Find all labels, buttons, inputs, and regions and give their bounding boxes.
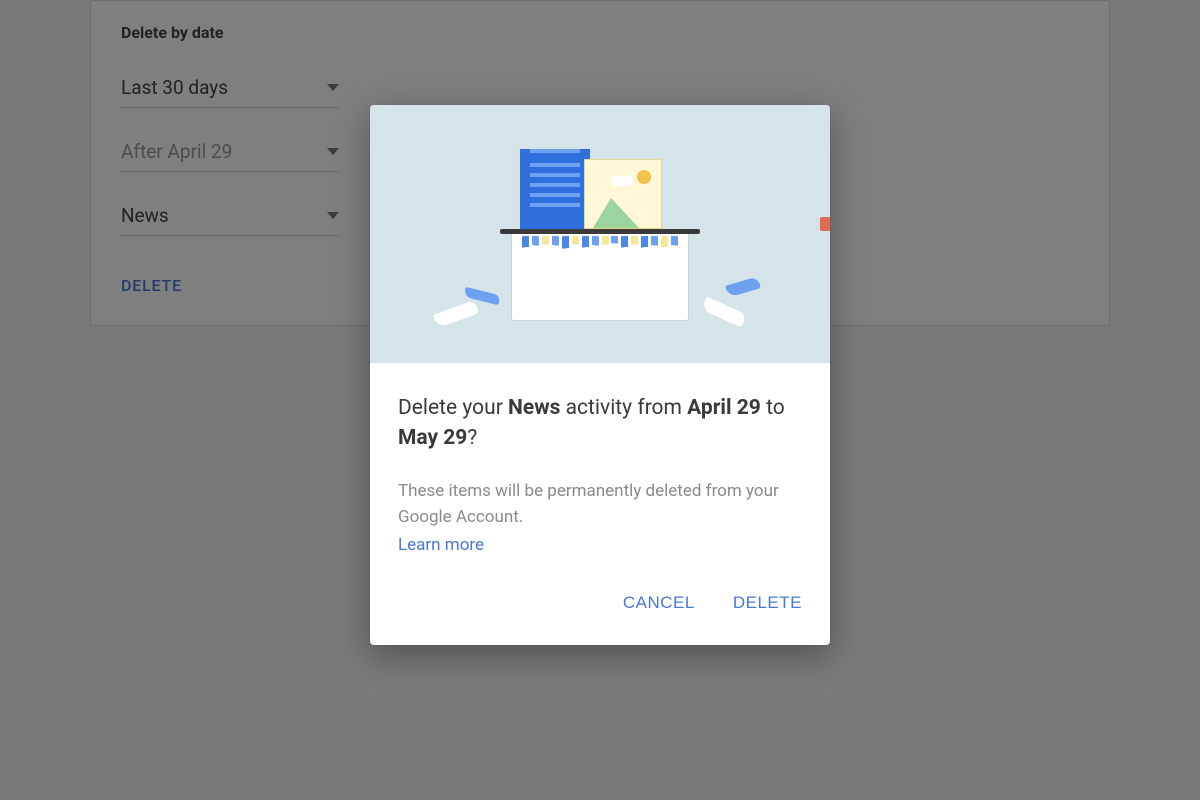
confirm-question-part: to <box>761 396 785 420</box>
confirm-delete-dialog: Delete your News activity from April 29 … <box>370 105 830 645</box>
delete-button[interactable]: DELETE <box>731 589 804 617</box>
learn-more-link[interactable]: Learn more <box>398 535 484 555</box>
shredder-button-icon <box>820 217 830 231</box>
confirm-question-to: May 29 <box>398 426 467 450</box>
dialog-actions: CANCEL DELETE <box>370 565 830 645</box>
confirm-subtext: These items will be permanently deleted … <box>398 478 802 531</box>
confirm-question-part: Delete your <box>398 396 508 420</box>
document-icon <box>520 149 590 231</box>
paper-scrap-icon <box>725 277 761 298</box>
confirm-question-product: News <box>508 396 560 420</box>
paper-scrap-icon <box>433 300 479 328</box>
confirm-question-part: ? <box>467 426 477 450</box>
shredder-icon <box>500 229 700 321</box>
confirm-question-part: activity from <box>560 396 687 420</box>
paper-scrap-icon <box>701 297 747 328</box>
shredder-illustration <box>370 105 830 363</box>
confirm-question: Delete your News activity from April 29 … <box>398 393 802 454</box>
confirm-question-from: April 29 <box>687 396 761 420</box>
cancel-button[interactable]: CANCEL <box>621 589 697 617</box>
photo-icon <box>584 159 662 229</box>
